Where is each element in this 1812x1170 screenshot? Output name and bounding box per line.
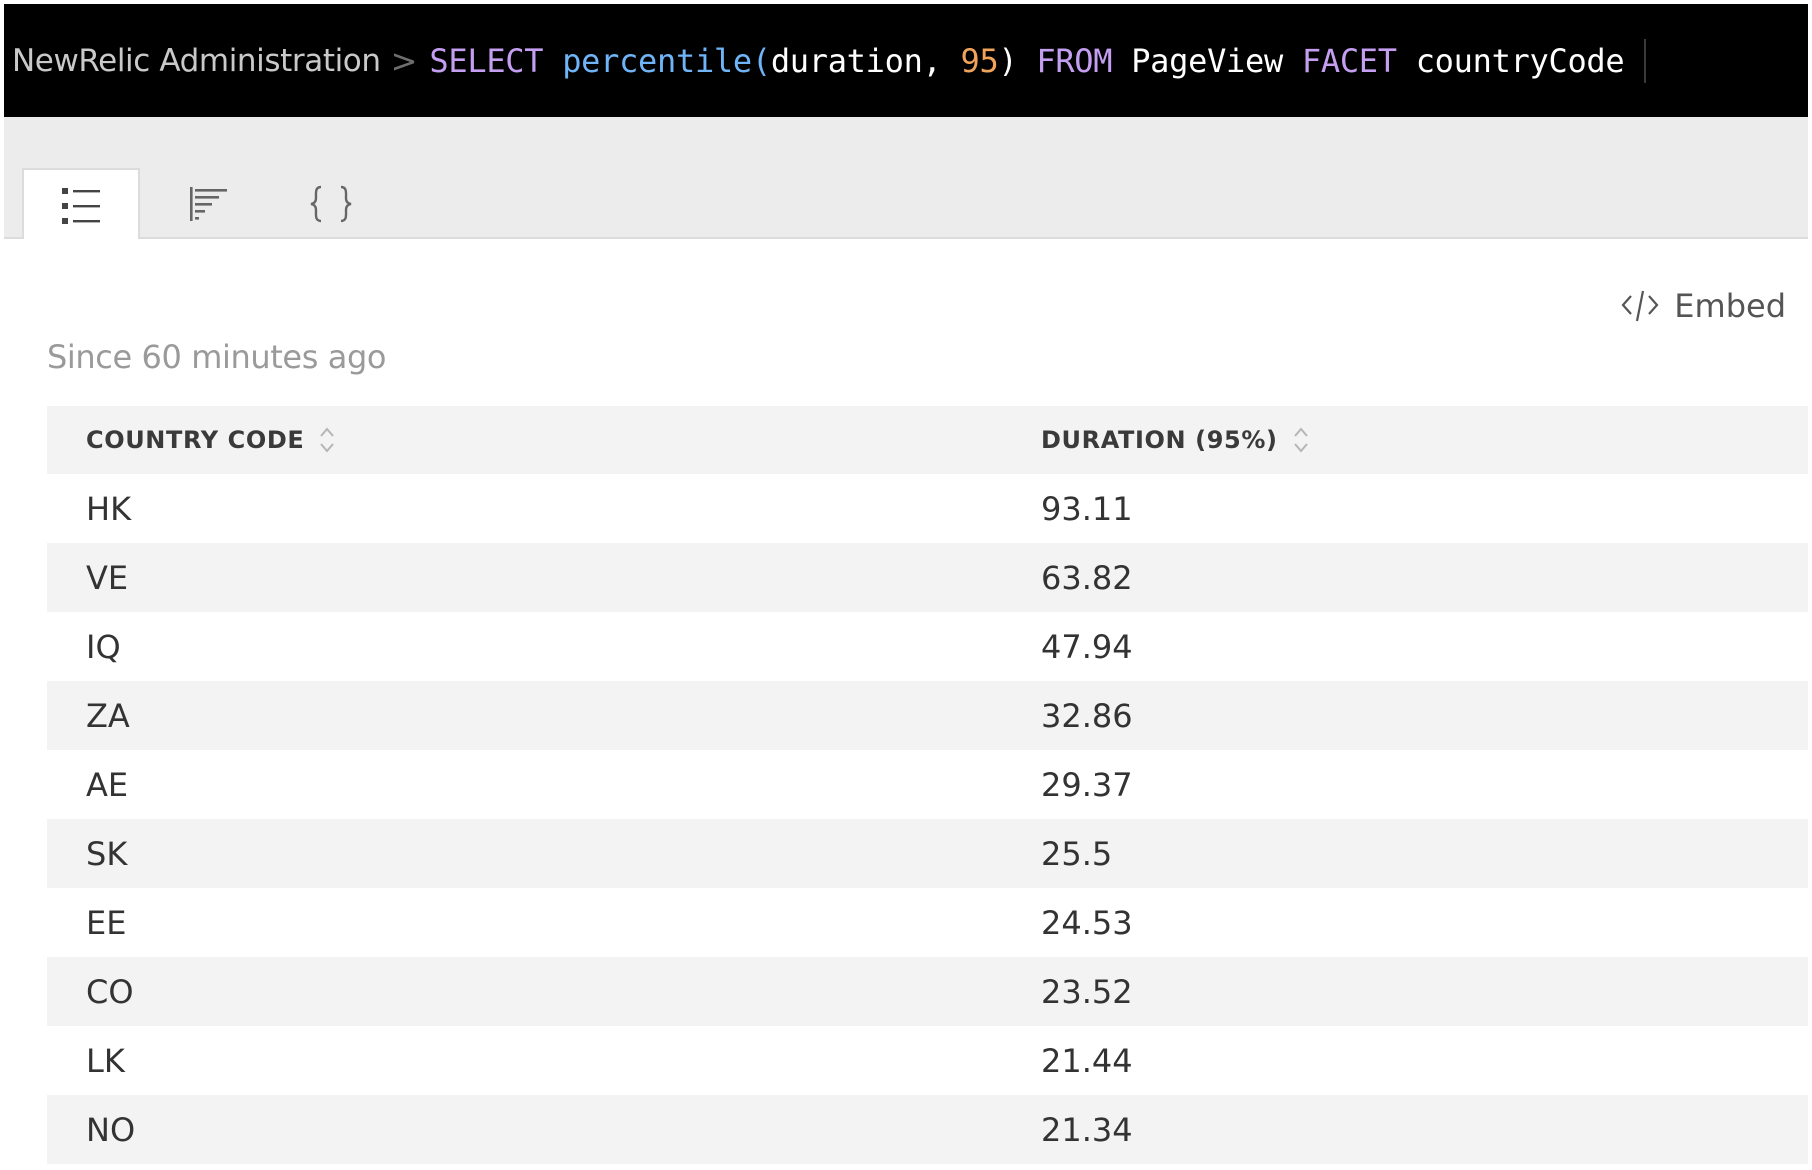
duration-cell: 23.52	[1041, 972, 1133, 1011]
code-embed-icon	[1621, 290, 1659, 322]
table-row: CO 23.52	[47, 957, 1808, 1026]
table-body: HK 93.11 VE 63.82 IQ 47.94 ZA 32.86 AE 29.37 …	[47, 474, 1808, 1164]
results-panel: Embed Since 60 minutes ago COUNTRY CODE …	[4, 239, 1808, 1168]
time-range-label: Since 60 minutes ago	[47, 338, 387, 376]
query-caret	[1644, 38, 1647, 83]
tab-json-view[interactable]	[272, 168, 390, 239]
table-row: AE 29.37	[47, 750, 1808, 819]
country-code-cell: HK	[86, 489, 132, 528]
table-row: SK 25.5	[47, 819, 1808, 888]
query-facet-keyword: FACET	[1301, 41, 1397, 80]
table-row: EE 24.53	[47, 888, 1808, 957]
duration-cell: 93.11	[1041, 489, 1133, 528]
query-number: 95	[960, 41, 999, 80]
embed-button[interactable]: Embed	[1620, 287, 1786, 325]
query-args: duration,	[770, 41, 961, 80]
query-close-paren: )	[998, 41, 1018, 80]
country-code-cell: IQ	[86, 627, 121, 666]
sort-icon	[320, 427, 335, 453]
bar-chart-icon	[190, 186, 227, 221]
duration-cell: 63.82	[1041, 558, 1133, 597]
view-tab-strip	[4, 117, 1808, 241]
query-function: percentile(	[562, 41, 771, 80]
country-code-cell: EE	[86, 903, 127, 942]
table-row: IQ 47.94	[47, 612, 1808, 681]
duration-cell: 29.37	[1041, 765, 1133, 804]
country-code-cell: ZA	[86, 696, 130, 735]
embed-label: Embed	[1674, 287, 1786, 325]
table-row: ZA 32.86	[47, 681, 1808, 750]
column-header-duration[interactable]: DURATION (95%)	[1041, 406, 1310, 474]
table-row: LK 21.44	[47, 1026, 1808, 1095]
nrql-query-input[interactable]: SELECT percentile(duration, 95) FROM Pag…	[429, 42, 1624, 80]
country-code-cell: AE	[86, 765, 129, 804]
column-header-country-code[interactable]: COUNTRY CODE	[86, 406, 336, 474]
results-table: COUNTRY CODE DURATION (95%) HK 93.11 VE …	[47, 406, 1808, 1164]
breadcrumb-account[interactable]: NewRelic Administration	[12, 43, 381, 79]
country-code-cell: VE	[86, 558, 129, 597]
query-event-type: PageView	[1131, 41, 1283, 80]
query-bar[interactable]: NewRelic Administration > SELECT percent…	[4, 4, 1808, 117]
list-view-icon	[62, 187, 100, 224]
table-row: NO 21.34	[47, 1095, 1808, 1164]
query-facet-attribute: countryCode	[1415, 41, 1625, 80]
table-header: COUNTRY CODE DURATION (95%)	[47, 406, 1808, 474]
table-row: HK 93.11	[47, 474, 1808, 543]
column-header-label: COUNTRY CODE	[86, 426, 305, 454]
country-code-cell: SK	[86, 834, 128, 873]
query-from-keyword: FROM	[1036, 41, 1113, 80]
column-header-label: DURATION (95%)	[1041, 426, 1278, 454]
duration-cell: 32.86	[1041, 696, 1133, 735]
app-frame: NewRelic Administration > SELECT percent…	[4, 4, 1808, 1168]
breadcrumb-separator-icon: >	[390, 41, 418, 80]
json-braces-icon	[310, 185, 352, 222]
sort-icon	[1293, 427, 1308, 453]
duration-cell: 21.44	[1041, 1041, 1133, 1080]
duration-cell: 25.5	[1041, 834, 1113, 873]
duration-cell: 21.34	[1041, 1110, 1133, 1149]
country-code-cell: CO	[86, 972, 134, 1011]
table-row: VE 63.82	[47, 543, 1808, 612]
duration-cell: 47.94	[1041, 627, 1133, 666]
duration-cell: 24.53	[1041, 903, 1133, 942]
query-select-keyword: SELECT	[429, 41, 544, 80]
country-code-cell: LK	[86, 1041, 125, 1080]
country-code-cell: NO	[86, 1110, 136, 1149]
tab-bar-chart-view[interactable]	[149, 168, 267, 239]
tab-table-view[interactable]	[22, 168, 140, 241]
